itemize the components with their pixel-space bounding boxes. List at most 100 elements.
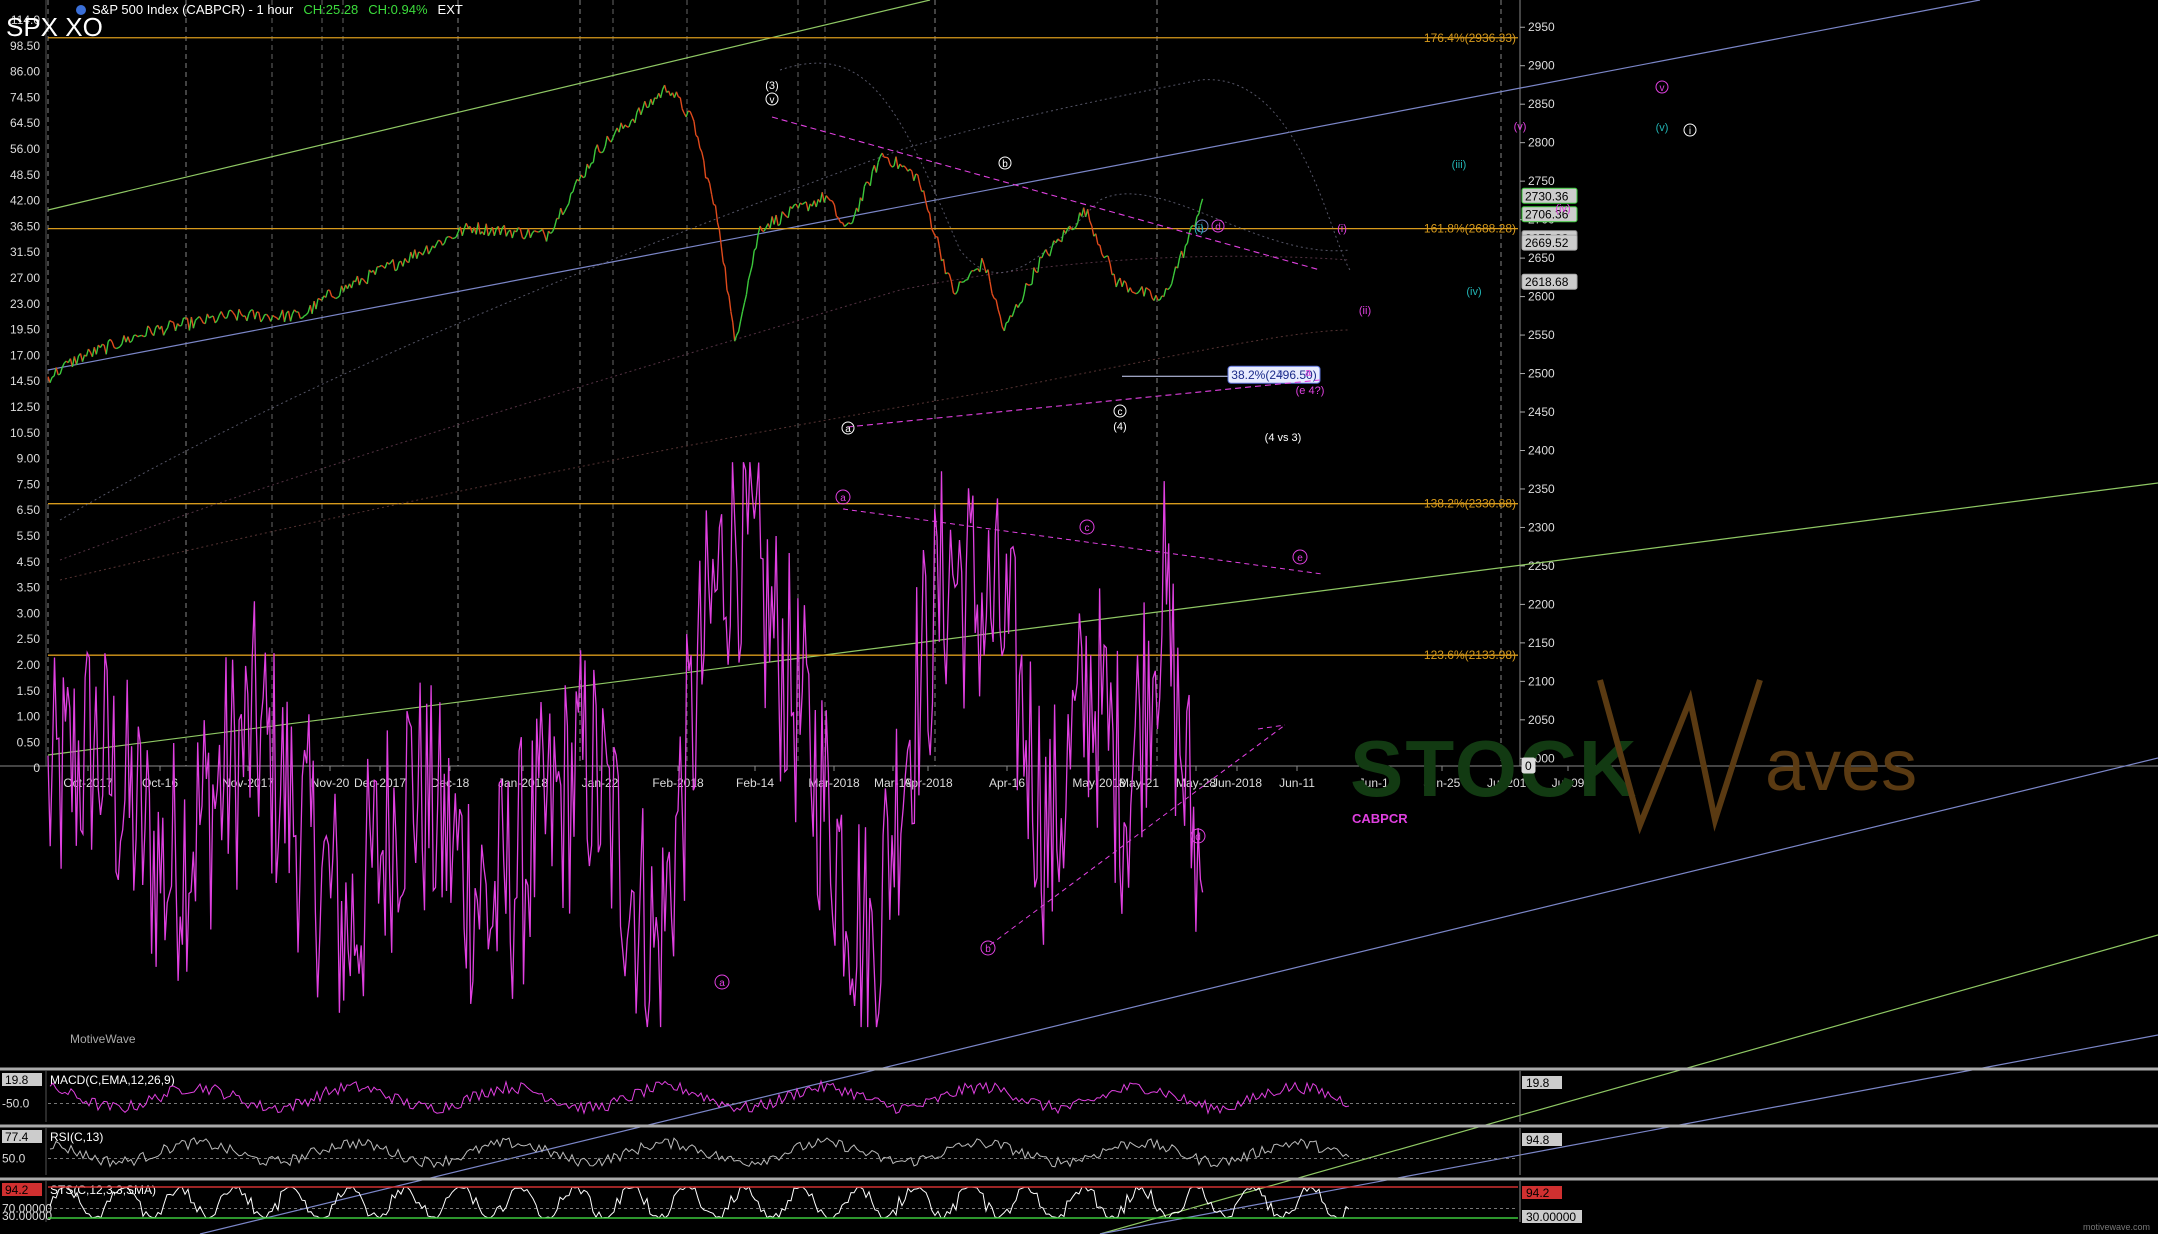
wave-label: b xyxy=(1002,159,1008,170)
panel-marker: 94.8 xyxy=(1526,1133,1550,1147)
left-tick-label: 2.00 xyxy=(17,658,41,672)
watermark-text: STOCK xyxy=(1350,724,1639,813)
left-tick-label: 36.50 xyxy=(10,219,40,233)
x-tick-label: Nov-20 xyxy=(311,776,350,790)
price-candle xyxy=(1133,292,1137,295)
right-tick-label: 2450 xyxy=(1528,405,1555,419)
left-tick-label: 23.00 xyxy=(10,297,40,311)
left-tick-label: 3.50 xyxy=(17,581,41,595)
wave-label: (v) xyxy=(1514,121,1527,133)
wave-label: a xyxy=(845,424,851,435)
left-tick-label: 2.50 xyxy=(17,632,41,646)
price-candle xyxy=(115,347,119,350)
panel-axis-label: 50.0 xyxy=(2,1152,26,1166)
price-marker-label: 2669.52 xyxy=(1525,236,1569,250)
panel-title: MACD(C,EMA,12,26,9) xyxy=(50,1073,175,1087)
price-candle xyxy=(335,296,338,300)
session-label: EXT xyxy=(437,2,463,17)
x-tick-label: Dec-18 xyxy=(431,776,470,790)
price-candle xyxy=(394,269,398,272)
price-candle xyxy=(599,151,602,154)
wave-label: (4) xyxy=(1113,421,1126,433)
wave-label: (i) xyxy=(1337,223,1347,235)
indicator-wave-label: d xyxy=(1195,832,1201,843)
panel-value: 94.2 xyxy=(5,1183,29,1197)
price-candle xyxy=(274,316,277,319)
indicator-wave-label: b xyxy=(985,944,991,955)
wave-label: (v) xyxy=(1656,122,1669,134)
right-tick-label: 2550 xyxy=(1528,328,1555,342)
price-candle xyxy=(143,335,146,338)
wave-label: (iii) xyxy=(1452,159,1467,171)
price-candle xyxy=(256,311,259,314)
right-tick-label: 2600 xyxy=(1528,290,1555,304)
price-candle xyxy=(448,235,451,238)
right-tick-label: 2500 xyxy=(1528,367,1555,381)
price-marker-label: 2618.68 xyxy=(1525,275,1569,289)
watermark-text: aves xyxy=(1765,726,1917,806)
fib-level-label: 138.2%(2330.88) xyxy=(1424,497,1516,511)
wave-label: v xyxy=(770,95,775,106)
price-candle xyxy=(317,297,321,300)
left-tick-label: 17.00 xyxy=(10,348,40,362)
instrument-label: S&P 500 Index (CABPCR) - 1 hour xyxy=(92,2,294,17)
wave-label: (3) xyxy=(765,80,778,92)
x-tick-label: Apr-16 xyxy=(989,776,1025,790)
left-tick-label: 74.50 xyxy=(10,90,40,104)
series-color-dot xyxy=(76,5,86,15)
right-tick-label: 2950 xyxy=(1528,20,1555,34)
price-candle xyxy=(1097,243,1101,246)
left-tick-label: 9.00 xyxy=(17,452,41,466)
left-tick-label: 19.50 xyxy=(10,323,40,337)
price-candle xyxy=(380,264,384,268)
right-tick-label: 2800 xyxy=(1528,136,1555,150)
price-candle xyxy=(590,161,594,164)
wave-label: (iv) xyxy=(1555,203,1570,215)
right-tick-label: 2650 xyxy=(1528,251,1555,265)
price-candle xyxy=(57,373,61,376)
price-candle xyxy=(536,230,539,233)
price-marker-label: 2730.36 xyxy=(1525,189,1569,203)
wave-label: (e 4?) xyxy=(1296,385,1325,397)
right-tick-label: 2900 xyxy=(1528,59,1555,73)
price-candle xyxy=(113,346,117,350)
footer-credit: motivewave.com xyxy=(2083,1222,2150,1232)
left-tick-label: 86.00 xyxy=(10,65,40,79)
price-candle xyxy=(959,281,962,283)
left-tick-label: 14.50 xyxy=(10,374,40,388)
left-tick-label: 31.50 xyxy=(10,245,40,259)
price-candle xyxy=(171,320,174,323)
panel-marker: 30.00000 xyxy=(1526,1210,1576,1224)
cabpcr-label: CABPCR xyxy=(1352,811,1408,826)
left-tick-label: 10.50 xyxy=(10,426,40,440)
left-tick-label: 5.50 xyxy=(17,529,41,543)
wave-label: (iv) xyxy=(1466,286,1481,298)
price-candle xyxy=(137,335,141,338)
price-candle xyxy=(438,239,441,242)
wave-label: (4 vs 3) xyxy=(1265,432,1302,444)
left-tick-label: 3.00 xyxy=(17,606,41,620)
price-candle xyxy=(303,314,307,317)
price-candle xyxy=(885,156,889,159)
price-candle xyxy=(1131,291,1135,294)
change-percent: CH:0.94% xyxy=(368,2,428,17)
fib-level-label: 176.4%(2936.33) xyxy=(1424,31,1516,45)
panel-value: 19.8 xyxy=(5,1073,29,1087)
left-tick-label: 0 xyxy=(33,761,40,775)
x-tick-label: May-21 xyxy=(1119,776,1159,790)
left-tick-label: 1.50 xyxy=(17,684,41,698)
price-candle xyxy=(713,203,716,207)
price-candle xyxy=(224,316,228,320)
price-candle xyxy=(600,150,604,154)
price-candle xyxy=(418,251,421,254)
panel-marker: 19.8 xyxy=(1526,1076,1550,1090)
wave-label: a xyxy=(1277,367,1284,379)
panel-value: 77.4 xyxy=(5,1130,29,1144)
wave-label: (ii) xyxy=(1359,305,1371,317)
left-tick-label: 0.50 xyxy=(17,735,41,749)
fib-level-label: 161.8%(2688.28) xyxy=(1424,222,1516,236)
credit-label: MotiveWave xyxy=(70,1032,136,1046)
price-marker-label: 0 xyxy=(1525,759,1532,773)
wave-label: d xyxy=(1215,222,1221,233)
x-tick-label: Jun-2018 xyxy=(1212,776,1262,790)
